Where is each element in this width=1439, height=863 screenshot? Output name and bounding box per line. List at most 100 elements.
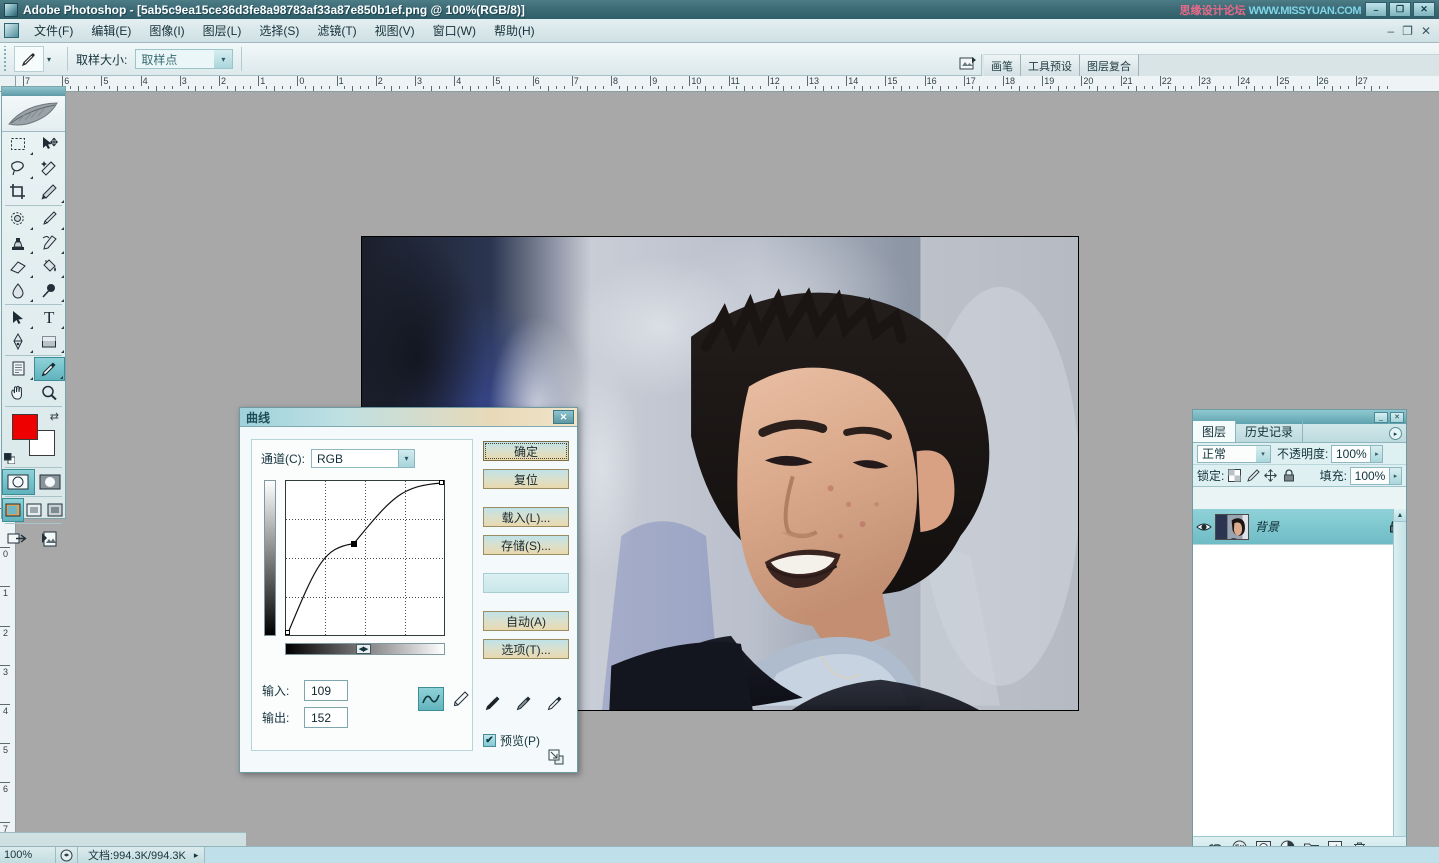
eyedropper-tool[interactable]	[34, 357, 66, 381]
opacity-field[interactable]: 100%	[1331, 445, 1371, 463]
foreground-color-swatch[interactable]	[12, 414, 38, 440]
toolbox-titlebar[interactable]	[2, 87, 65, 96]
menu-image[interactable]: 图像(I)	[140, 19, 193, 42]
doc-close-button[interactable]: ✕	[1421, 24, 1431, 38]
menu-view[interactable]: 视图(V)	[366, 19, 424, 42]
quick-mask-mode[interactable]	[35, 469, 66, 495]
reset-button[interactable]: 复位	[483, 469, 569, 489]
curve-point-white[interactable]	[439, 480, 444, 485]
imageready-icon[interactable]	[38, 530, 60, 548]
lock-image-icon[interactable]	[1245, 468, 1260, 483]
healing-brush-tool[interactable]	[2, 207, 34, 231]
menu-select[interactable]: 选择(S)	[250, 19, 308, 42]
tab-layers[interactable]: 图层	[1193, 421, 1236, 442]
save-button[interactable]: 存储(S)...	[483, 535, 569, 555]
layer-visibility-icon[interactable]	[1193, 521, 1215, 533]
input-field[interactable]: 109	[304, 680, 348, 701]
opacity-stepper[interactable]: ▸	[1371, 445, 1383, 463]
default-colors-icon[interactable]	[4, 453, 15, 464]
notes-tool[interactable]	[2, 357, 34, 381]
lock-all-icon[interactable]	[1281, 468, 1296, 483]
current-tool-preset-button[interactable]	[14, 46, 44, 72]
well-tab-layer-comps[interactable]: 图层复合	[1080, 54, 1139, 76]
sample-size-select[interactable]: 取样点 ▾	[135, 49, 233, 69]
menu-file[interactable]: 文件(F)	[25, 19, 82, 42]
curves-dialog[interactable]: 曲线 ✕ 通道(C): RGB ▾	[239, 407, 578, 773]
dodge-tool[interactable]	[34, 279, 66, 303]
paint-bucket-tool[interactable]	[34, 255, 66, 279]
jump-to-icon[interactable]	[7, 530, 29, 548]
slice-tool[interactable]	[34, 180, 66, 204]
panel-menu-icon[interactable]: ▸	[1389, 427, 1402, 440]
preview-row[interactable]: ✔ 预览(P)	[483, 732, 540, 749]
clone-stamp-tool[interactable]	[2, 231, 34, 255]
fill-stepper[interactable]: ▸	[1390, 467, 1402, 485]
lock-position-icon[interactable]	[1263, 468, 1278, 483]
palette-well-icon[interactable]	[955, 52, 981, 76]
scroll-up-arrow-icon[interactable]: ▲	[1394, 509, 1406, 522]
full-screen-mode[interactable]	[45, 498, 65, 522]
standard-screen-mode[interactable]	[2, 498, 24, 522]
history-brush-tool[interactable]	[34, 231, 66, 255]
black-point-eyedropper[interactable]	[483, 693, 503, 713]
resize-grow-icon[interactable]	[548, 749, 564, 765]
layer-thumbnail[interactable]	[1215, 514, 1249, 540]
tab-history[interactable]: 历史记录	[1236, 421, 1303, 442]
full-screen-menubar-mode[interactable]	[24, 498, 44, 522]
toolbox-panel[interactable]: T	[1, 86, 66, 519]
photoshop-document-icon[interactable]	[4, 23, 19, 38]
lock-transparency-icon[interactable]	[1227, 468, 1242, 483]
move-tool[interactable]	[34, 132, 66, 156]
layer-row[interactable]: 背景	[1193, 509, 1406, 545]
standard-mode[interactable]	[2, 469, 35, 495]
horizontal-input-gradient[interactable]: ◀▶	[285, 643, 445, 655]
blur-tool[interactable]	[2, 279, 34, 303]
doc-restore-button[interactable]: ❐	[1402, 24, 1413, 38]
curves-graph[interactable]	[285, 480, 445, 636]
well-tab-tool-presets[interactable]: 工具预设	[1021, 54, 1080, 76]
curves-dialog-titlebar[interactable]: 曲线 ✕	[240, 408, 577, 427]
menu-window[interactable]: 窗口(W)	[424, 19, 485, 42]
menu-help[interactable]: 帮助(H)	[485, 19, 544, 42]
panel-close-button[interactable]: ✕	[1390, 412, 1404, 423]
crop-tool[interactable]	[2, 180, 34, 204]
type-tool[interactable]: T	[34, 306, 66, 330]
zoom-tool[interactable]	[34, 381, 66, 405]
ok-button[interactable]: 确定	[483, 441, 569, 461]
layers-panel[interactable]: _ ✕ 图层 历史记录 ▸ 正常 ▾ 不透明度: 100% ▸ 锁定:	[1192, 409, 1407, 859]
curve-point-selected[interactable]	[351, 541, 357, 547]
channel-select[interactable]: RGB ▾	[311, 449, 415, 468]
output-field[interactable]: 152	[304, 707, 348, 728]
zoom-level-field[interactable]: 100%	[0, 847, 56, 863]
layers-list[interactable]: 背景	[1193, 509, 1406, 836]
options-bar-grip[interactable]	[2, 46, 9, 72]
maximize-button[interactable]: ❐	[1389, 2, 1411, 17]
hand-tool[interactable]	[2, 381, 34, 405]
blend-mode-select[interactable]: 正常 ▾	[1197, 445, 1271, 463]
shape-tool[interactable]	[34, 330, 66, 354]
eraser-tool[interactable]	[2, 255, 34, 279]
curve-smooth-tool[interactable]	[418, 687, 444, 711]
white-point-eyedropper[interactable]	[545, 693, 565, 713]
document-info-icon[interactable]	[56, 847, 78, 863]
curve-pencil-tool[interactable]	[448, 687, 474, 711]
layer-name[interactable]: 背景	[1255, 518, 1384, 535]
doc-minimize-button[interactable]: –	[1387, 24, 1394, 38]
curve-point-black[interactable]	[285, 630, 290, 635]
fill-field[interactable]: 100%	[1350, 467, 1390, 485]
minimize-button[interactable]: –	[1365, 2, 1387, 17]
gray-point-eyedropper[interactable]	[514, 693, 534, 713]
tool-preset-caret[interactable]: ▾	[47, 55, 51, 64]
document-horizontal-scrollbar[interactable]	[0, 832, 246, 846]
menu-edit[interactable]: 编辑(E)	[82, 19, 140, 42]
options-button[interactable]: 选项(T)...	[483, 639, 569, 659]
menu-layer[interactable]: 图层(L)	[194, 19, 251, 42]
pen-tool[interactable]	[2, 330, 34, 354]
horizontal-ruler[interactable]: 7654321012345678910111213141516171819202…	[16, 76, 1439, 92]
close-icon[interactable]: ✕	[553, 410, 574, 424]
path-selection-tool[interactable]	[2, 306, 34, 330]
load-button[interactable]: 载入(L)...	[483, 507, 569, 527]
lasso-tool[interactable]	[2, 156, 34, 180]
menu-filter[interactable]: 滤镜(T)	[308, 19, 365, 42]
panel-collapse-button[interactable]: _	[1374, 412, 1388, 423]
